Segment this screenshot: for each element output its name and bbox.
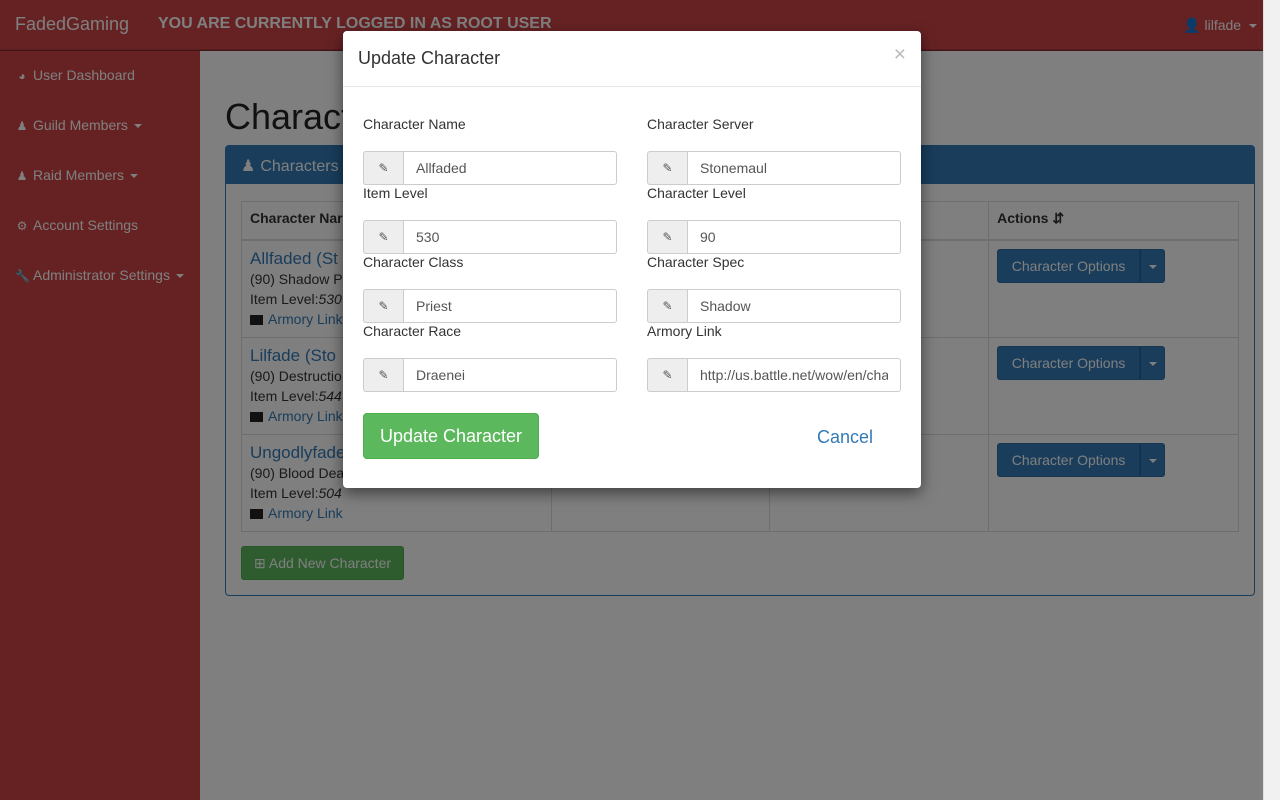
field-label: Character Name [363,116,466,132]
field-label: Character Race [363,323,462,339]
close-icon[interactable]: × [894,43,906,67]
character-spec-field: Character Spec ✎ [647,254,901,323]
field-label: Character Level [647,185,746,201]
edit-icon: ✎ [647,358,687,392]
edit-icon: ✎ [363,358,403,392]
edit-icon: ✎ [647,220,687,254]
input-group: ✎ [363,151,617,185]
field-label: Character Class [363,254,464,270]
character-class-field: Character Class ✎ [363,254,617,323]
field-label: Character Spec [647,254,745,270]
input-group: ✎ [647,151,901,185]
input-group: ✎ [647,289,901,323]
character-name-field: Character Name ✎ [363,116,617,185]
input-group: ✎ [363,220,617,254]
update-character-button[interactable]: Update Character [363,413,539,459]
edit-icon: ✎ [363,289,403,323]
item-level-input[interactable] [403,220,617,254]
input-group: ✎ [647,358,901,392]
input-group: ✎ [363,289,617,323]
edit-icon: ✎ [647,289,687,323]
modal-title: Update Character [358,48,501,68]
input-group: ✎ [363,358,617,392]
character-level-input[interactable] [687,220,901,254]
edit-icon: ✎ [647,151,687,185]
edit-icon: ✎ [363,220,403,254]
character-level-field: Character Level ✎ [647,185,901,254]
field-label: Character Server [647,116,754,132]
field-label: Item Level [363,185,428,201]
character-spec-input[interactable] [687,289,901,323]
character-race-input[interactable] [403,358,617,392]
field-label: Armory Link [647,323,722,339]
update-character-modal: Update Character × Character Name ✎ Char… [343,31,921,488]
character-server-field: Character Server ✎ [647,116,901,185]
page-scrollbar[interactable] [1263,0,1280,800]
item-level-field: Item Level ✎ [363,185,617,254]
armory-link-input[interactable] [687,358,901,392]
character-name-input[interactable] [403,151,617,185]
armory-link-field: Armory Link ✎ [647,323,901,392]
input-group: ✎ [647,220,901,254]
modal-header: Update Character × [343,31,921,87]
character-class-input[interactable] [403,289,617,323]
character-race-field: Character Race ✎ [363,323,617,392]
character-server-input[interactable] [687,151,901,185]
cancel-button[interactable]: Cancel [817,427,873,448]
edit-icon: ✎ [363,151,403,185]
